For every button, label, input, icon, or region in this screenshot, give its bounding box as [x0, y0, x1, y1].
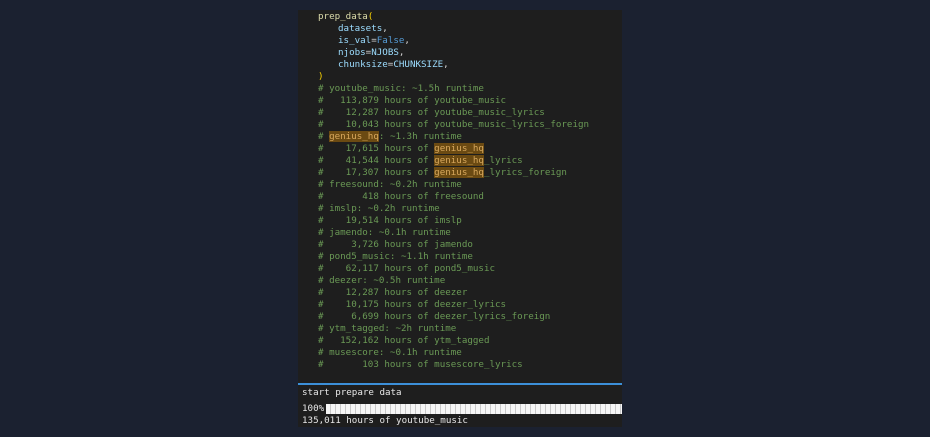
- code-line-arg-chunksize: chunksize=CHUNKSIZE,: [338, 59, 449, 70]
- comment-line: # pond5_music: ~1.1h runtime: [318, 251, 473, 262]
- arg-value: NJOBS: [371, 47, 399, 58]
- arg-name: chunksize: [338, 59, 388, 70]
- comment-line: # 19,514 hours of imslp: [318, 215, 462, 226]
- comment-line: # 113,879 hours of youtube_music: [318, 95, 507, 106]
- search-highlight: genius_hq: [434, 167, 484, 178]
- comment-line: # freesound: ~0.2h runtime: [318, 179, 462, 190]
- comment-line: # 10,175 hours of deezer_lyrics: [318, 299, 507, 310]
- code-line-arg-is-val: is_val=False,: [338, 35, 410, 46]
- comment-line: # 12,287 hours of youtube_music_lyrics: [318, 107, 545, 118]
- arg-value: CHUNKSIZE: [393, 59, 444, 70]
- arg-name: is_val: [338, 35, 372, 46]
- comment-line: # ytm_tagged: ~2h runtime: [318, 323, 457, 334]
- arg-name: njobs: [338, 47, 366, 58]
- cell-output: start prepare data 100%| 135,011 hours o…: [298, 385, 622, 427]
- search-highlight: genius_hq: [329, 131, 379, 142]
- progress-bar: [326, 404, 622, 414]
- code-line-close: ): [318, 71, 324, 83]
- comment-line: # 3,726 hours of jamendo: [318, 239, 473, 250]
- comment-line: # 10,043 hours of youtube_music_lyrics_f…: [318, 119, 590, 130]
- comment-line: # jamendo: ~0.1h runtime: [318, 227, 451, 238]
- comment-line: # 6,699 hours of deezer_lyrics_foreign: [318, 311, 551, 322]
- code-line-arg-njobs: njobs=NJOBS,: [338, 47, 405, 58]
- comment-line: # 12,287 hours of deezer: [318, 287, 468, 298]
- comment-line: # deezer: ~0.5h runtime: [318, 275, 446, 286]
- comment-line: # 41,544 hours of genius_hq_lyrics: [318, 155, 523, 166]
- comment-line: # 17,615 hours of genius_hq: [318, 143, 484, 154]
- code-line-arg-datasets: datasets,: [338, 23, 388, 34]
- comment-line: # genius_hq: ~1.3h runtime: [318, 131, 462, 142]
- notebook-cell[interactable]: prep_data( datasets, is_val=False, njobs…: [298, 10, 622, 427]
- output-line-result: 135,011 hours of youtube_music: [302, 415, 468, 426]
- function-name: prep_data: [318, 11, 368, 22]
- comment-line: # musescore: ~0.1h runtime: [318, 347, 462, 358]
- comment-line: # imslp: ~0.2h runtime: [318, 203, 440, 214]
- open-paren: (: [367, 11, 374, 22]
- arg-value: False: [376, 35, 405, 46]
- comment-line: # 103 hours of musescore_lyrics: [318, 359, 523, 370]
- arg-name: datasets: [338, 23, 383, 34]
- code-editor[interactable]: prep_data( datasets, is_val=False, njobs…: [298, 10, 622, 383]
- close-paren: ): [318, 71, 324, 82]
- output-line-start: start prepare data: [302, 387, 402, 398]
- comment-line: # 62,117 hours of pond5_music: [318, 263, 496, 274]
- search-highlight: genius_hq: [434, 143, 484, 154]
- comment-line: # 152,162 hours of ytm_tagged: [318, 335, 490, 346]
- comment-line: # youtube_music: ~1.5h runtime: [318, 83, 484, 94]
- comment-line: # 17,307 hours of genius_hq_lyrics_forei…: [318, 167, 567, 178]
- search-highlight: genius_hq: [434, 155, 484, 166]
- progress-bar-fill: [326, 404, 622, 414]
- comment-line: # 418 hours of freesound: [318, 191, 484, 202]
- code-line-call: prep_data(: [318, 11, 373, 23]
